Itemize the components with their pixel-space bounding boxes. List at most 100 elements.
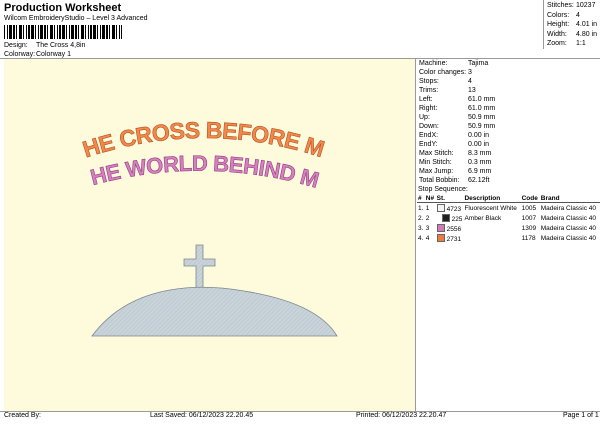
detail-label: Total Bobbin: <box>419 177 460 184</box>
detail-value: 6.9 mm <box>468 168 492 175</box>
thread-code: 1005 <box>521 204 537 212</box>
colorway-label: Colorway: <box>4 51 36 58</box>
thread-brand: Madeira Classic 40 <box>540 204 597 212</box>
thread-brand: Madeira Classic 40 <box>540 214 597 222</box>
thread-description: Fluorescent White <box>464 204 517 212</box>
thread-description: Amber Black <box>464 214 502 222</box>
summary-row: Stitches: 10237 <box>547 2 595 9</box>
summary-label: Width: <box>547 30 567 38</box>
detail-value: Tajima <box>468 60 489 67</box>
detail-label: Color changes: <box>419 69 467 76</box>
thread-brand: Madeira Classic 40 <box>540 224 597 232</box>
row-number: 3. <box>418 224 424 232</box>
stitch-count: 2556 <box>436 223 464 233</box>
detail-value: 0.3 mm <box>468 159 492 166</box>
detail-value: 0.00 in <box>468 132 490 139</box>
summary-value: 1:1 <box>576 40 586 47</box>
summary-value: 10237 <box>576 2 596 9</box>
colorway-value: Colorway 1 <box>36 51 72 58</box>
summary-label: Colors: <box>547 11 570 19</box>
footer-rule <box>0 411 600 412</box>
color-swatch <box>436 223 445 232</box>
column-header: # <box>417 195 425 203</box>
column-header: N# <box>424 195 436 203</box>
summary-row: Width: 4.80 in <box>547 30 597 38</box>
detail-value: 61.0 mm <box>468 105 496 112</box>
design-text-line1: THE CROSS BEFORE ME <box>4 59 327 162</box>
detail-value: 62.12ft <box>468 177 490 184</box>
summary-value: 4.80 in <box>576 30 598 38</box>
needle-number: 4 <box>425 234 430 242</box>
design-preview: THE CROSS BEFORE ME THE WORLD BEHIND ME <box>0 38 415 411</box>
detail-label: EndX: <box>419 132 439 139</box>
needle-number: 2 <box>425 214 430 222</box>
detail-label: Stops: <box>419 78 439 85</box>
detail-value: 13 <box>468 87 476 94</box>
summary-row: Height: 4.01 in <box>547 21 597 28</box>
thread-brand: Madeira Classic 40 <box>540 234 597 242</box>
stop-sequence-title: Stop Sequence: <box>418 186 468 193</box>
summary-label: Height: <box>547 21 570 28</box>
stitch-count: 2731 <box>436 233 464 243</box>
column-header: Description <box>463 195 521 203</box>
detail-label: Machine: <box>419 60 448 67</box>
thread-description <box>463 233 520 243</box>
detail-value: 0.00 in <box>468 141 490 148</box>
software-name: Wilcom EmbroideryStudio – Level 3 Advanc… <box>4 15 148 22</box>
design-artwork: THE CROSS BEFORE ME THE WORLD BEHIND ME <box>0 38 338 337</box>
table-row: 1. 1 4723 Fluorescent White 1005 Madeira Clas… <box>417 203 600 214</box>
detail-label: Left: <box>419 96 433 103</box>
last-saved: Last Saved: 06/12/2023 22.20.45 <box>150 412 254 419</box>
row-number: 2. <box>418 214 424 222</box>
summary-row: Zoom: 1:1 <box>547 40 586 47</box>
summary-value: 4.01 in <box>576 21 598 28</box>
color-swatch <box>436 233 445 242</box>
detail-value: 50.9 mm <box>468 114 496 121</box>
summary-panel: Stitches: 10237 Colors: 4 Height: 4.01 in Widt… <box>547 2 600 50</box>
design-value: The Cross 4,8in <box>36 42 86 49</box>
detail-label: Max Stitch: <box>419 150 454 157</box>
design-label: Design: <box>4 42 28 49</box>
table-row: 2. 2 225 Amber Black 1007 Madeira Classic 40 <box>417 213 600 223</box>
hill-shape <box>91 286 338 337</box>
page-number: Page 1 of 1 <box>563 412 599 419</box>
detail-value: 61.0 mm <box>468 96 496 103</box>
stop-sequence-table: # N# St. Description Code Brand 1. 1 4723 Fluore… <box>417 195 600 243</box>
detail-label: Trims: <box>419 87 439 94</box>
summary-label: Zoom: <box>547 40 567 47</box>
color-swatch <box>436 203 445 212</box>
summary-row: Colors: 4 <box>547 11 580 19</box>
detail-value: 8.3 mm <box>468 150 492 157</box>
thread-code: 1178 <box>521 234 536 242</box>
summary-label: Stitches: <box>547 2 574 9</box>
column-header: Code <box>520 195 540 203</box>
barcode <box>4 25 122 39</box>
needle-number: 1 <box>425 204 430 212</box>
detail-label: Min Stitch: <box>419 159 452 166</box>
column-header: Brand <box>539 195 600 203</box>
worksheet-title: Production Worksheet <box>4 2 122 14</box>
row-number: 1. <box>418 204 424 212</box>
detail-value: 4 <box>468 78 472 85</box>
row-number: 4. <box>418 234 424 242</box>
detail-value: 3 <box>468 69 472 76</box>
detail-label: EndY: <box>419 141 438 148</box>
detail-label: Up: <box>419 114 430 121</box>
thread-description <box>463 223 520 233</box>
stitch-count: 225 <box>436 213 464 223</box>
color-swatch <box>441 213 450 222</box>
detail-label: Right: <box>419 105 438 112</box>
stitch-count: 4723 <box>436 203 464 214</box>
table-row: 3. 3 2556 1309 Madeira Classic 40 <box>417 223 600 233</box>
summary-value: 4 <box>576 11 580 19</box>
cross-shape <box>183 244 216 291</box>
needle-number: 3 <box>425 224 430 232</box>
created-by: Created By: <box>4 412 41 419</box>
thread-code: 1007 <box>521 214 537 222</box>
summary-divider <box>543 0 544 49</box>
panel-divider <box>415 58 416 411</box>
thread-code: 1309 <box>521 224 537 232</box>
column-header: St. <box>435 195 464 203</box>
details-panel: Machine: Tajima Color changes: 3 Stops: 4 Trim… <box>419 60 599 190</box>
detail-label: Max Jump: <box>419 168 454 175</box>
